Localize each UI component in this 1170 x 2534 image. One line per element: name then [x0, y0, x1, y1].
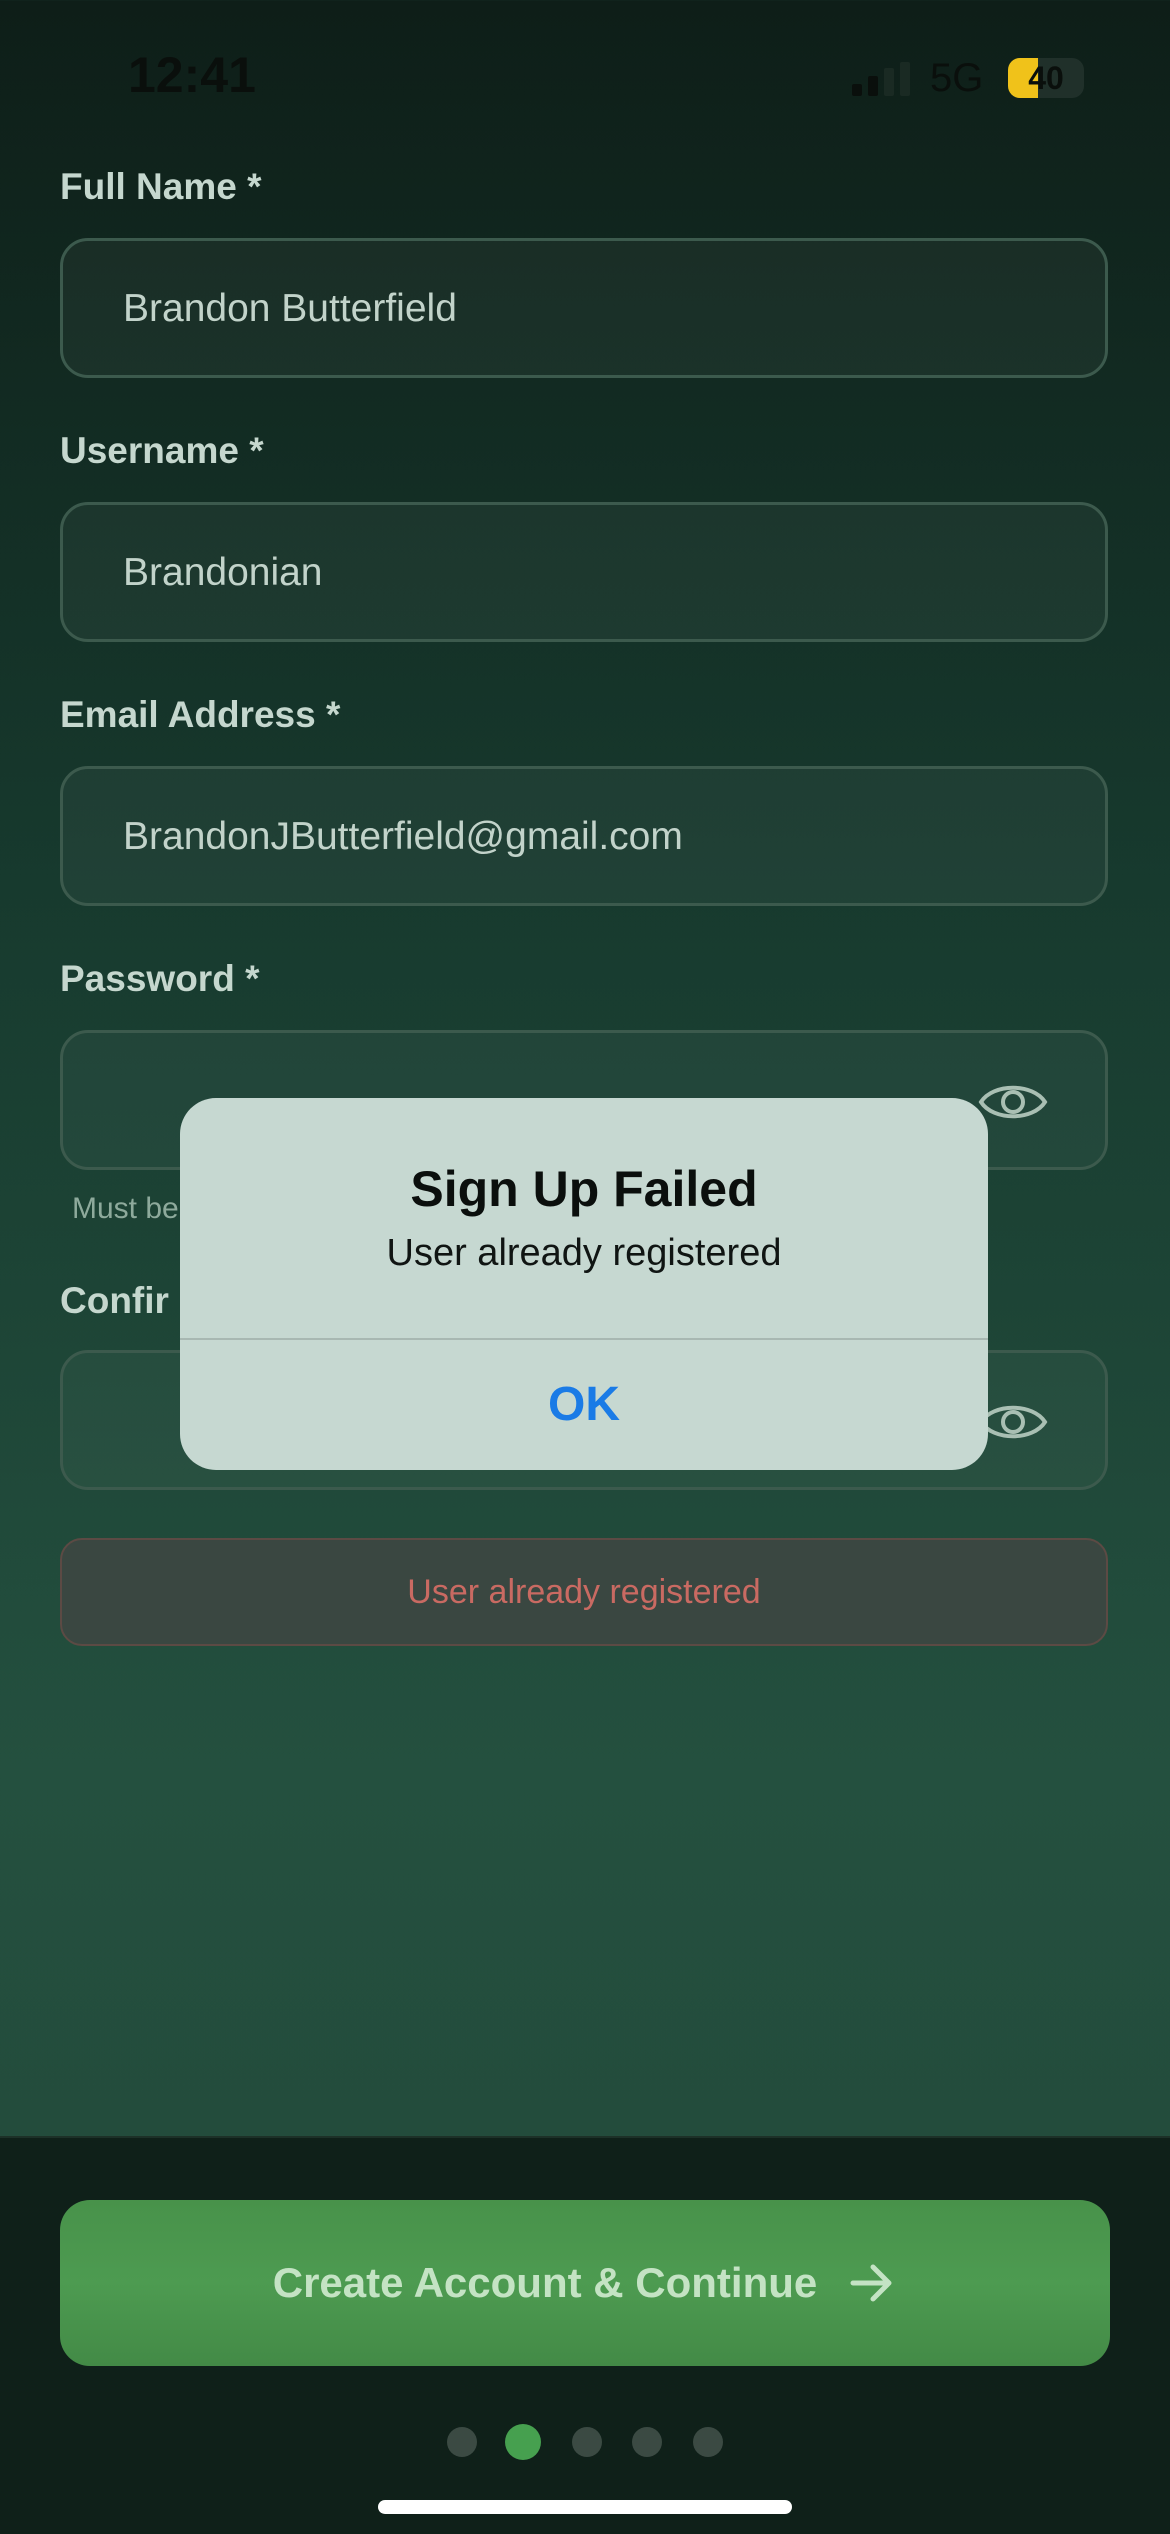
email-label: Email Address * [60, 694, 341, 735]
page-indicator [0, 2422, 1170, 2462]
email-value: BrandonJButterfield@gmail.com [123, 815, 683, 858]
page-dot [632, 2427, 662, 2457]
eye-icon[interactable] [977, 1077, 1049, 1127]
email-field[interactable]: BrandonJButterfield@gmail.com [60, 766, 1108, 906]
full-name-label: Full Name * [60, 166, 262, 207]
confirm-password-label: Confir [60, 1280, 169, 1321]
create-account-button[interactable]: Create Account & Continue [60, 2200, 1110, 2366]
alert-dialog: Sign Up Failed User already registered O… [180, 1098, 988, 1470]
battery-level: 40 [1028, 60, 1064, 96]
network-type: 5G [930, 56, 984, 100]
username-label: Username * [60, 430, 264, 471]
full-name-field[interactable]: Brandon Butterfield [60, 238, 1108, 378]
create-account-label: Create Account & Continue [272, 2259, 818, 2306]
home-indicator [378, 2500, 792, 2514]
status-time: 12:41 [128, 47, 256, 103]
dialog-title: Sign Up Failed [410, 1161, 758, 1217]
dialog-ok-button[interactable]: OK [180, 1338, 988, 1470]
dialog-message: User already registered [386, 1232, 782, 1274]
full-name-value: Brandon Butterfield [123, 287, 457, 330]
page-dot [572, 2427, 602, 2457]
bottom-bar: Create Account & Continue [0, 2136, 1170, 2534]
page-dot [693, 2427, 723, 2457]
arrow-right-icon [850, 2264, 892, 2302]
error-message: User already registered [407, 1573, 761, 1611]
page-dot [447, 2427, 477, 2457]
page-dot [505, 2424, 541, 2460]
error-banner: User already registered [60, 1538, 1108, 1646]
cellular-signal-icon [852, 62, 916, 96]
battery-icon: 40 [1008, 58, 1084, 98]
password-hint: Must be [72, 1192, 179, 1225]
password-label: Password * [60, 958, 260, 999]
username-field[interactable]: Brandonian [60, 502, 1108, 642]
username-value: Brandonian [123, 551, 323, 594]
status-bar: 12:41 5G 40 [0, 0, 1170, 150]
